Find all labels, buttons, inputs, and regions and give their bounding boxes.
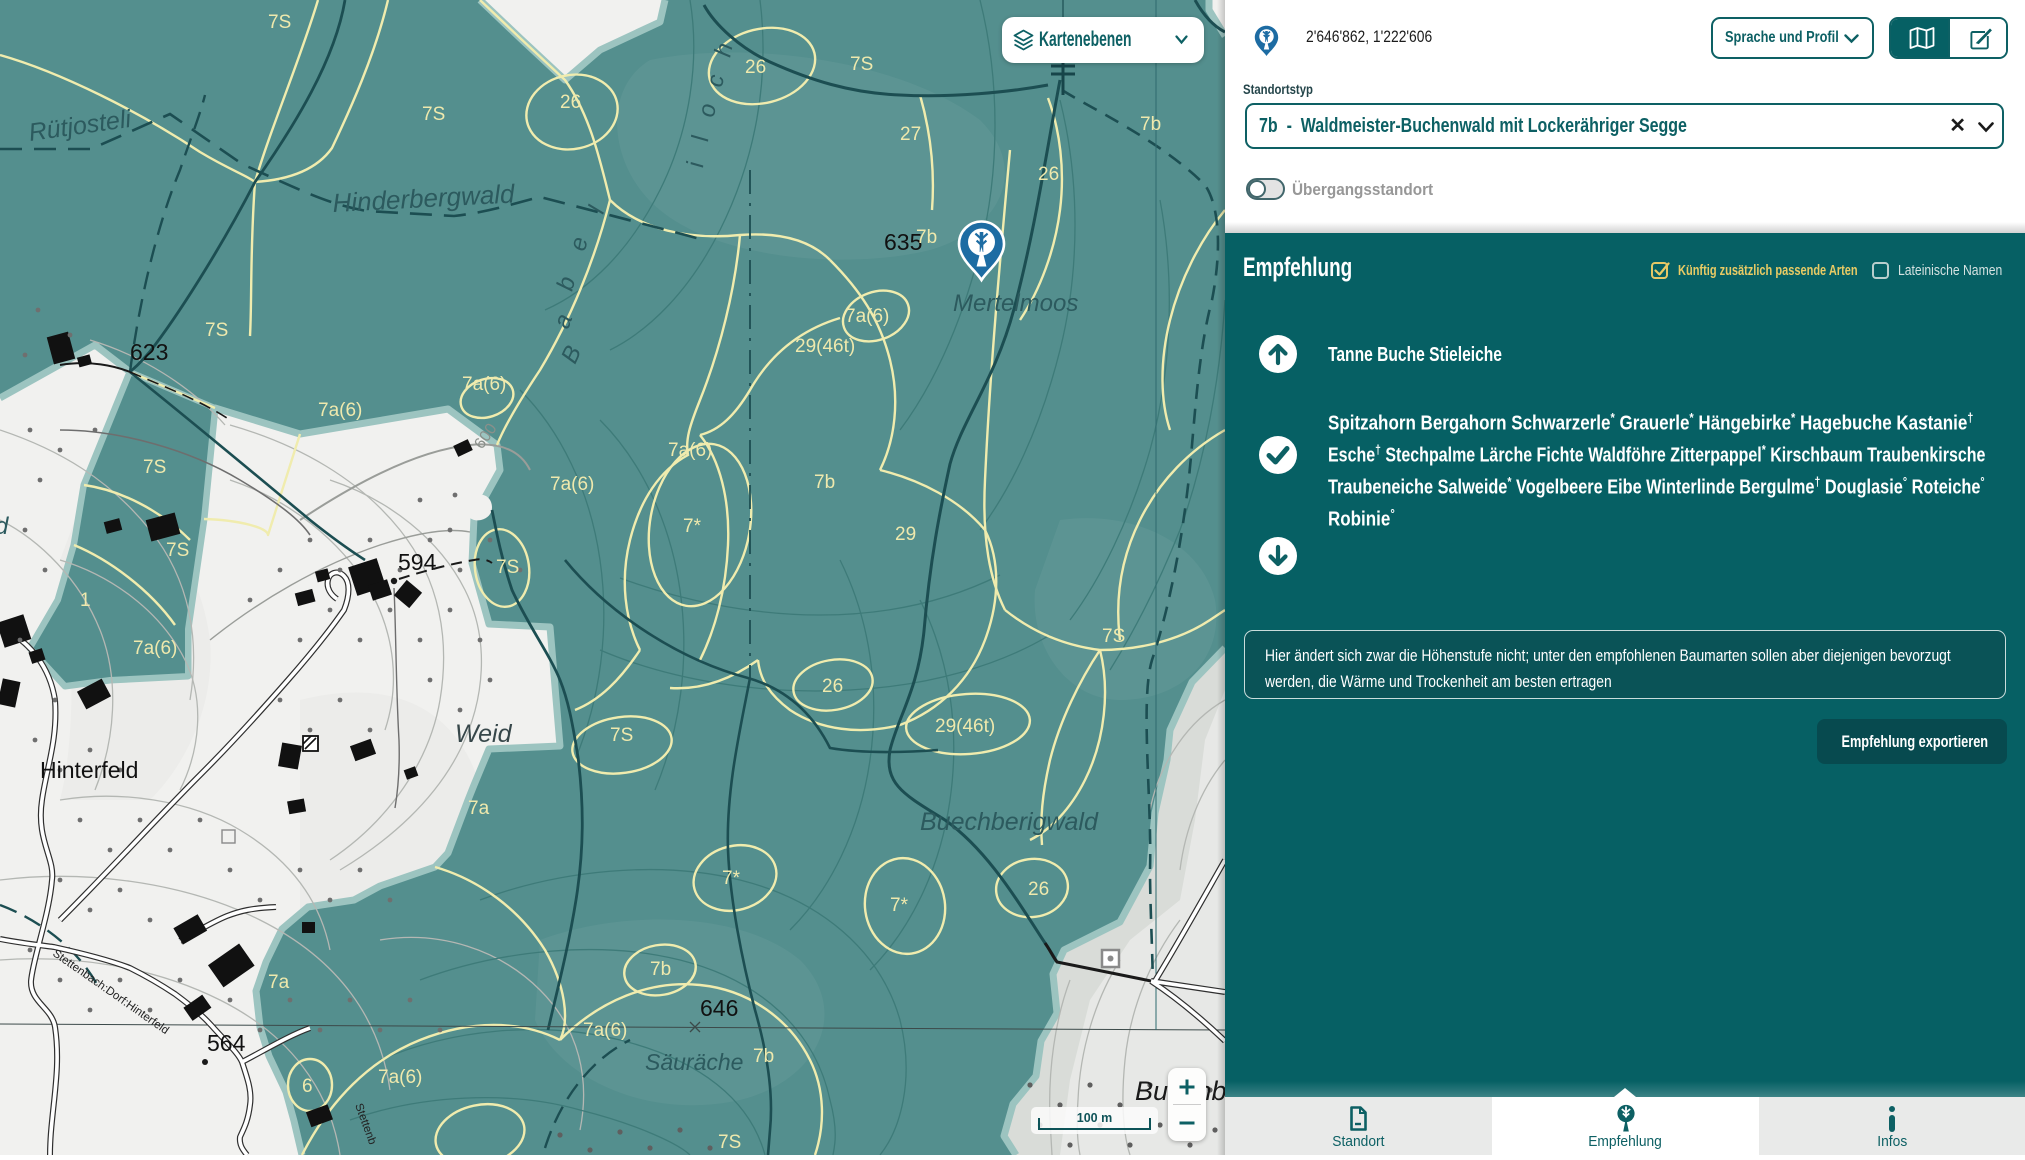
svg-text:7*: 7* [683, 516, 702, 537]
svg-text:6: 6 [302, 1076, 313, 1097]
svg-text:Buechberigwald: Buechberigwald [920, 808, 1099, 836]
svg-text:7a(6): 7a(6) [668, 440, 712, 461]
svg-text:1: 1 [80, 590, 91, 611]
svg-text:7b: 7b [1140, 114, 1161, 135]
svg-text:7b: 7b [916, 227, 937, 248]
svg-text:7a(6): 7a(6) [550, 474, 594, 495]
svg-text:Mertelmoos: Mertelmoos [953, 290, 1078, 317]
svg-text:26: 26 [560, 92, 581, 113]
svg-text:7S: 7S [850, 54, 873, 75]
svg-text:7S: 7S [1102, 626, 1125, 647]
svg-text:29: 29 [895, 524, 916, 545]
svg-text:Hinterfeld: Hinterfeld [40, 757, 138, 783]
svg-text:26: 26 [1028, 879, 1049, 900]
svg-text:623: 623 [130, 339, 168, 365]
svg-text:29(46t): 29(46t) [795, 336, 855, 357]
svg-text:7b: 7b [753, 1046, 774, 1067]
svg-text:7S: 7S [166, 540, 189, 561]
svg-text:7a(6): 7a(6) [133, 638, 177, 659]
svg-text:7S: 7S [422, 104, 445, 125]
svg-text:29(46t): 29(46t) [935, 716, 995, 737]
svg-text:Weid: Weid [455, 720, 513, 748]
svg-text:7*: 7* [890, 895, 909, 916]
svg-text:7S: 7S [718, 1132, 741, 1153]
svg-text:7a(6): 7a(6) [378, 1067, 422, 1088]
svg-text:27: 27 [900, 124, 921, 145]
svg-text:7S: 7S [610, 725, 633, 746]
svg-text:26: 26 [1038, 164, 1059, 185]
svg-text:26: 26 [822, 676, 843, 697]
svg-text:7S: 7S [143, 457, 166, 478]
svg-text:564: 564 [207, 1030, 246, 1056]
svg-text:7S: 7S [205, 320, 228, 341]
svg-text:594: 594 [398, 549, 437, 575]
svg-text:Säuräche: Säuräche [645, 1049, 743, 1075]
svg-text:7a: 7a [468, 798, 490, 819]
svg-text:7S: 7S [496, 557, 519, 578]
svg-text:7S: 7S [268, 12, 291, 33]
svg-text:7b: 7b [814, 472, 835, 493]
svg-text:7b: 7b [650, 959, 671, 980]
svg-text:26: 26 [745, 57, 766, 78]
svg-text:7a(6): 7a(6) [318, 400, 362, 421]
svg-text:7a(6): 7a(6) [462, 374, 506, 395]
svg-text:d: d [0, 513, 9, 540]
svg-text:646: 646 [700, 995, 738, 1021]
svg-text:7a: 7a [268, 972, 290, 993]
svg-text:7*: 7* [722, 868, 741, 889]
svg-text:7a(6): 7a(6) [845, 306, 889, 327]
svg-text:7a(6): 7a(6) [583, 1020, 627, 1041]
